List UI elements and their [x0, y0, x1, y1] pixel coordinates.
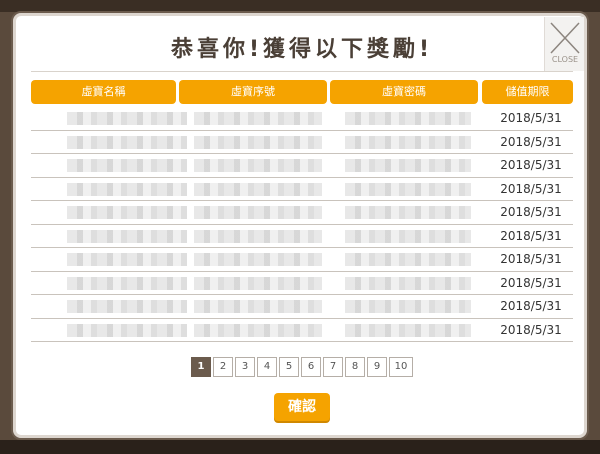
- redacted-item-name: [67, 253, 187, 266]
- table-row: 2018/5/31: [31, 225, 573, 248]
- page-button-7[interactable]: 7: [323, 357, 343, 377]
- redacted-password: [345, 276, 471, 290]
- expiry-date: 2018/5/31: [500, 275, 562, 290]
- background-bottom: [0, 440, 600, 454]
- page-button-4[interactable]: 4: [257, 357, 277, 377]
- redacted-serial: [194, 112, 322, 125]
- expiry-date: 2018/5/31: [500, 322, 562, 337]
- table-row: 2018/5/31: [31, 107, 573, 131]
- expiry-date: 2018/5/31: [500, 181, 562, 196]
- table-row: 2018/5/31: [31, 319, 573, 342]
- page-button-6[interactable]: 6: [301, 357, 321, 377]
- redacted-password: [345, 253, 471, 266]
- reward-table-body: 2018/5/31 2018/5/31 2018/5/31 2018/5/31 2018…: [31, 107, 573, 342]
- redacted-item-name: [67, 229, 187, 243]
- redacted-password: [345, 112, 471, 125]
- header-serial: 虛寶序號: [179, 80, 327, 104]
- table-row: 2018/5/31: [31, 154, 573, 178]
- redacted-serial: [194, 159, 322, 172]
- expiry-date: 2018/5/31: [500, 111, 562, 125]
- header-item-name: 虛寶名稱: [31, 80, 176, 104]
- header-expiry: 儲值期限: [482, 80, 573, 104]
- redacted-password: [345, 182, 471, 196]
- title-divider: [31, 71, 573, 72]
- redacted-item-name: [67, 135, 187, 149]
- page-button-9[interactable]: 9: [367, 357, 387, 377]
- redacted-item-name: [67, 206, 187, 219]
- expiry-date: 2018/5/31: [500, 299, 562, 313]
- redacted-item-name: [67, 323, 187, 337]
- expiry-date: 2018/5/31: [500, 205, 562, 219]
- redacted-password: [345, 229, 471, 243]
- redacted-serial: [194, 300, 322, 313]
- expiry-date: 2018/5/31: [500, 228, 562, 243]
- reward-dialog: 恭喜你!獲得以下獎勵! CLOSE 虛寶名稱 虛寶序號 虛寶密碼 儲值期限 20…: [11, 11, 589, 440]
- page-button-8[interactable]: 8: [345, 357, 365, 377]
- table-row: 2018/5/31: [31, 295, 573, 319]
- redacted-serial: [194, 229, 322, 243]
- redacted-item-name: [67, 276, 187, 290]
- table-row: 2018/5/31: [31, 201, 573, 225]
- page-button-10[interactable]: 10: [389, 357, 413, 377]
- redacted-password: [345, 323, 471, 337]
- page-button-5[interactable]: 5: [279, 357, 299, 377]
- redacted-serial: [194, 276, 322, 290]
- table-row: 2018/5/31: [31, 178, 573, 201]
- close-label: CLOSE: [551, 55, 579, 64]
- redacted-serial: [194, 323, 322, 337]
- table-row: 2018/5/31: [31, 248, 573, 272]
- close-button[interactable]: CLOSE: [544, 17, 584, 71]
- redacted-item-name: [67, 159, 187, 172]
- redacted-item-name: [67, 300, 187, 313]
- redacted-password: [345, 300, 471, 313]
- redacted-password: [345, 135, 471, 149]
- redacted-serial: [194, 135, 322, 149]
- redacted-serial: [194, 253, 322, 266]
- table-row: 2018/5/31: [31, 272, 573, 295]
- redacted-serial: [194, 206, 322, 219]
- expiry-date: 2018/5/31: [500, 134, 562, 149]
- page-button-2[interactable]: 2: [213, 357, 233, 377]
- redacted-serial: [194, 182, 322, 196]
- dialog-title: 恭喜你!獲得以下獎勵!: [170, 37, 434, 62]
- table-row: 2018/5/31: [31, 131, 573, 154]
- redacted-item-name: [67, 112, 187, 125]
- confirm-button[interactable]: 確認: [274, 393, 330, 421]
- page-button-1[interactable]: 1: [191, 357, 211, 377]
- header-password: 虛寶密碼: [330, 80, 478, 104]
- redacted-password: [345, 159, 471, 172]
- page-button-3[interactable]: 3: [235, 357, 255, 377]
- redacted-item-name: [67, 182, 187, 196]
- expiry-date: 2018/5/31: [500, 158, 562, 172]
- table-header: 虛寶名稱 虛寶序號 虛寶密碼 儲值期限: [13, 80, 591, 104]
- close-x-icon: [550, 22, 580, 54]
- expiry-date: 2018/5/31: [500, 252, 562, 266]
- redacted-password: [345, 206, 471, 219]
